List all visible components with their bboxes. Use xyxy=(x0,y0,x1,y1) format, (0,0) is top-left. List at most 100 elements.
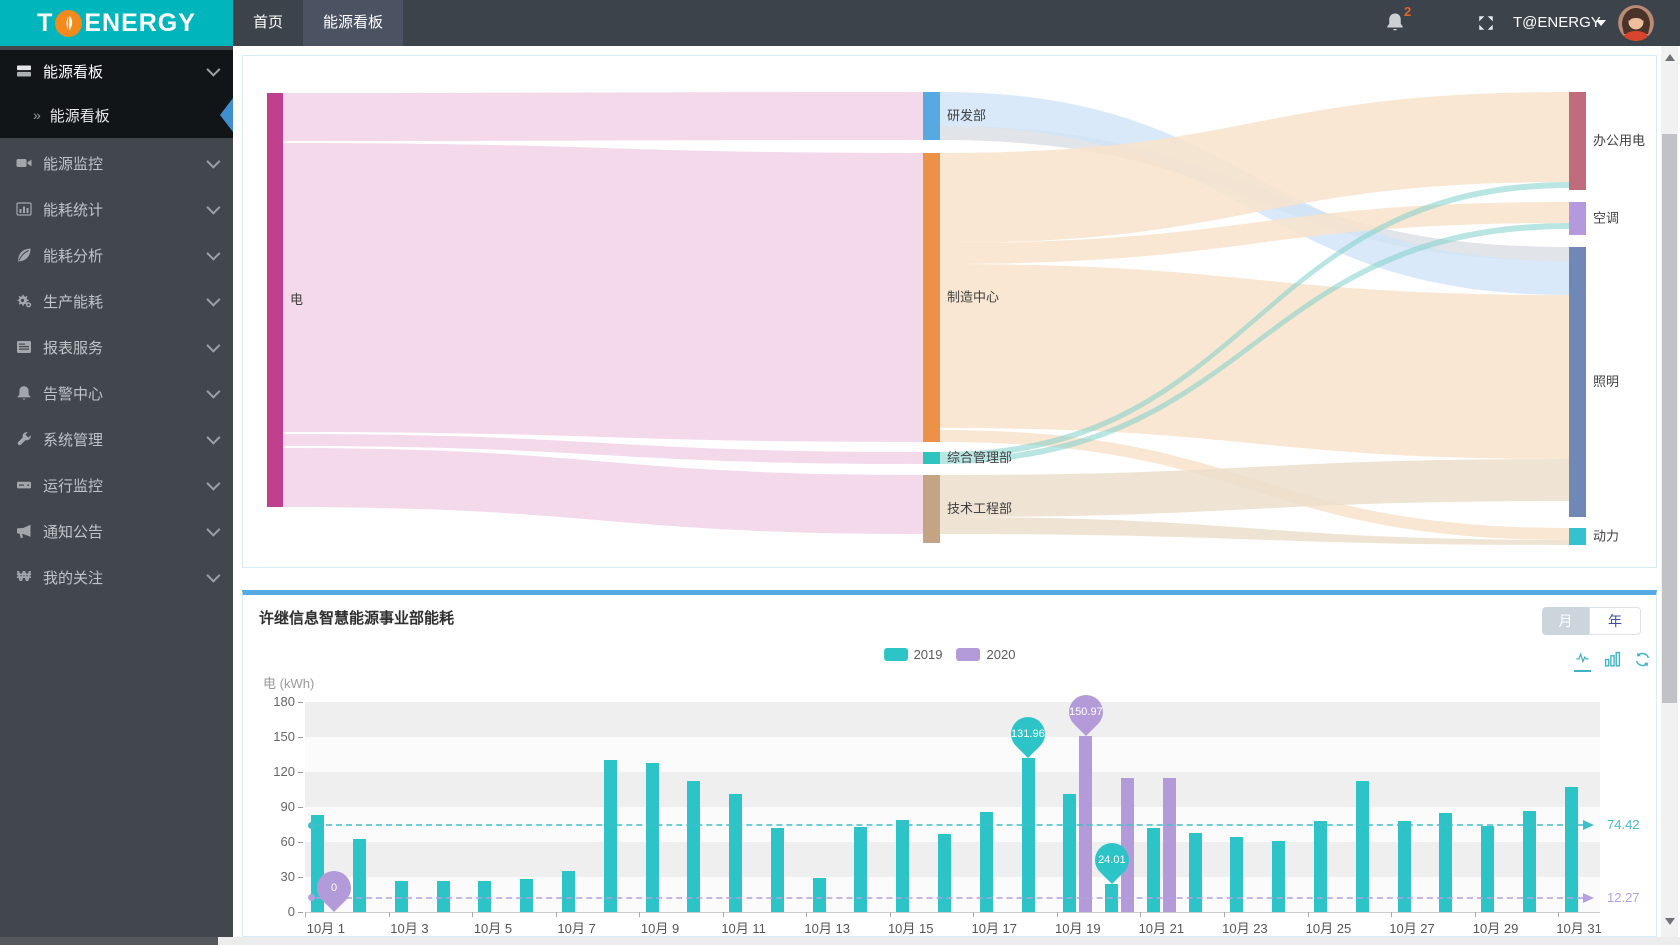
x-tick-mark xyxy=(1224,912,1226,917)
y-tick-label: 150 xyxy=(273,729,295,744)
sankey-node[interactable] xyxy=(923,475,940,543)
wrench-icon xyxy=(14,431,34,447)
sidebar-group-label: 能源看板 xyxy=(43,63,104,81)
sankey-node[interactable] xyxy=(923,92,940,140)
user-menu[interactable]: T@ENERGY xyxy=(1513,14,1601,31)
sankey-node-label: 研发部 xyxy=(947,108,986,123)
scroll-down-arrow-icon[interactable] xyxy=(1665,918,1675,925)
average-line-arrow xyxy=(1583,820,1594,831)
sankey-node[interactable] xyxy=(267,93,283,507)
fullscreen-icon[interactable] xyxy=(1477,14,1495,32)
tab-home[interactable]: 首页 xyxy=(233,0,303,46)
average-line-2020 xyxy=(316,896,1583,899)
vertical-scrollbar-thumb[interactable] xyxy=(1662,134,1677,703)
month-toggle-button[interactable]: 月 xyxy=(1542,607,1589,635)
sidebar-item[interactable]: 能耗统计 xyxy=(0,186,233,232)
sidebar-group-energy-dashboard[interactable]: 能源看板 xyxy=(0,50,233,92)
sankey-node[interactable] xyxy=(923,153,940,442)
logo-text-left: T xyxy=(37,8,54,37)
year-toggle-button[interactable]: 年 xyxy=(1589,607,1641,635)
x-tick-label: 10月 19 xyxy=(1055,921,1101,936)
bar-2019 xyxy=(562,871,576,912)
y-tick-mark xyxy=(298,877,303,878)
tab-energy-dashboard[interactable]: 能源看板 xyxy=(303,0,404,46)
chart-legend: 2019 2020 xyxy=(883,647,1015,662)
y-tick-label: 0 xyxy=(287,904,295,919)
sidebar-item[interactable]: ₩ 我的关注 xyxy=(0,554,233,600)
bar-2019 xyxy=(1564,787,1578,912)
chart-toolbox xyxy=(1574,651,1651,672)
bar-2019 xyxy=(603,760,617,912)
x-tick-label: 10月 31 xyxy=(1556,921,1602,936)
card-title: 许继信息智慧能源事业部能耗 xyxy=(259,610,455,627)
scroll-up-arrow-icon[interactable] xyxy=(1665,54,1675,61)
y-tick-label: 180 xyxy=(273,694,295,709)
sidebar-item[interactable]: 能耗分析 xyxy=(0,232,233,278)
camera-icon xyxy=(14,155,34,171)
horizontal-scrollbar[interactable] xyxy=(0,937,1680,945)
sankey-link[interactable] xyxy=(940,459,1569,517)
sankey-node-label: 动力 xyxy=(1593,529,1619,544)
sankey-node[interactable] xyxy=(1569,202,1586,235)
bar-2019 xyxy=(1188,832,1202,912)
sankey-node-label: 综合管理部 xyxy=(947,450,1012,465)
x-tick-mark xyxy=(973,912,975,917)
bar-2019 xyxy=(1230,837,1244,912)
sankey-node-label: 技术工程部 xyxy=(947,501,1012,516)
sankey-node[interactable] xyxy=(1569,92,1586,190)
sidebar-item-label: 运行监控 xyxy=(43,477,104,495)
sidebar-item[interactable]: 能源监控 xyxy=(0,140,233,186)
x-tick-label: 10月 27 xyxy=(1389,921,1435,936)
sankey-node[interactable] xyxy=(1569,528,1586,545)
sankey-link[interactable] xyxy=(940,264,1569,459)
app-logo: T ENERGY xyxy=(0,0,233,46)
y-axis-name: 电 (kWh) xyxy=(263,676,315,691)
x-tick-label: 10月 29 xyxy=(1472,921,1519,936)
sidebar-item-label: 能耗统计 xyxy=(43,201,104,219)
logo-text-right: ENERGY xyxy=(84,8,196,37)
average-line-dot xyxy=(308,821,315,829)
notification-badge: 2 xyxy=(1404,4,1412,19)
app-root: T ENERGY 首页 能源看板 2 T@ENERGY 能源看板 » 能源看板 xyxy=(0,0,1680,945)
sidebar-item[interactable]: 生产能耗 xyxy=(0,278,233,324)
legend-label-2019: 2019 xyxy=(913,647,943,662)
vertical-scrollbar[interactable] xyxy=(1661,46,1678,937)
average-value-label: 12.27 xyxy=(1607,889,1640,905)
sidebar-item[interactable]: 运行监控 xyxy=(0,462,233,508)
sidebar-menu: 能源监控能耗统计能耗分析 生产能耗 报表服务 告警中心 系统管理运行监控通知公告 ₩ 我的关… xyxy=(0,140,233,600)
sidebar-item[interactable]: 告警中心 xyxy=(0,370,233,416)
user-menu-caret-icon[interactable] xyxy=(1596,20,1606,26)
line-chart-view-icon[interactable] xyxy=(1574,651,1591,672)
refresh-icon[interactable] xyxy=(1634,651,1651,668)
chevron-down-icon xyxy=(206,384,221,399)
sankey-node[interactable] xyxy=(923,452,940,464)
sankey-link[interactable] xyxy=(283,92,923,141)
x-tick-mark xyxy=(555,912,557,917)
chevron-down-icon xyxy=(206,522,221,537)
sankey-node-label: 制造中心 xyxy=(947,290,999,305)
sankey-node[interactable] xyxy=(1569,247,1586,517)
user-avatar[interactable] xyxy=(1618,5,1654,41)
sidebar-item[interactable]: 报表服务 xyxy=(0,324,233,370)
y-tick-mark xyxy=(298,737,303,738)
double-chevron-icon: » xyxy=(33,107,41,123)
chevron-down-icon xyxy=(206,154,221,169)
y-tick-mark xyxy=(298,912,303,913)
notification-bell-icon[interactable] xyxy=(1385,12,1405,34)
bar-2020 xyxy=(1162,777,1176,912)
legend-item-2020[interactable]: 2020 xyxy=(956,647,1015,662)
sankey-chart[interactable]: 电 研发部制造中心综合管理部技术工程部 办公用电空调照明动力 xyxy=(243,56,1656,567)
y-tick-mark xyxy=(298,772,303,773)
sidebar-item-energy-dashboard[interactable]: » 能源看板 xyxy=(0,92,233,138)
sankey-link[interactable] xyxy=(283,143,923,442)
legend-swatch-2019 xyxy=(883,648,908,661)
average-value-label: 74.42 xyxy=(1607,817,1640,833)
horizontal-scrollbar-thumb[interactable] xyxy=(0,937,218,945)
bar-2019 xyxy=(854,826,868,912)
sidebar-item[interactable]: 系统管理 xyxy=(0,416,233,462)
x-tick-mark xyxy=(889,912,891,917)
bar-2019 xyxy=(812,878,826,912)
bar-chart-view-icon[interactable] xyxy=(1604,651,1621,668)
legend-item-2019[interactable]: 2019 xyxy=(883,647,943,662)
sidebar-item[interactable]: 通知公告 xyxy=(0,508,233,554)
